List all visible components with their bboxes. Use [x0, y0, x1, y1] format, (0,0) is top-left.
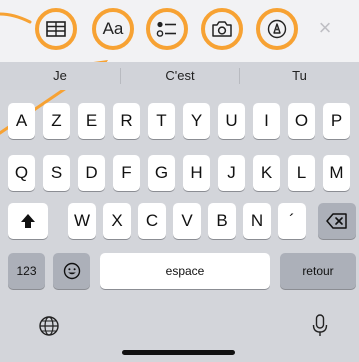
suggestion-1[interactable]: Je [0, 62, 120, 90]
microphone-button[interactable] [307, 312, 333, 340]
checklist-button[interactable] [146, 8, 188, 50]
key-q[interactable]: Q [8, 155, 35, 191]
key-g[interactable]: G [148, 155, 175, 191]
key-l[interactable]: L [288, 155, 315, 191]
close-button[interactable]: × [314, 15, 336, 40]
camera-icon [212, 21, 232, 37]
key-f[interactable]: F [113, 155, 140, 191]
delete-key[interactable] [318, 203, 356, 239]
key-h[interactable]: H [183, 155, 210, 191]
shift-key[interactable] [8, 203, 48, 239]
close-icon: × [318, 15, 332, 40]
key-k[interactable]: K [253, 155, 280, 191]
suggestion-3[interactable]: Tu [240, 62, 359, 90]
emoji-icon [63, 262, 80, 280]
markup-button[interactable] [256, 8, 298, 50]
key-m[interactable]: M [323, 155, 350, 191]
key-e[interactable]: E [78, 103, 105, 139]
space-key[interactable]: espace [100, 253, 270, 289]
table-button[interactable] [35, 8, 77, 50]
key-b[interactable]: B [208, 203, 236, 239]
numbers-key[interactable]: 123 [8, 253, 45, 289]
globe-button[interactable] [36, 313, 62, 339]
emoji-key[interactable] [53, 253, 90, 289]
key-j[interactable]: J [218, 155, 245, 191]
key-u[interactable]: U [218, 103, 245, 139]
camera-button[interactable] [201, 8, 243, 50]
key-x[interactable]: X [103, 203, 131, 239]
checklist-icon [156, 21, 176, 37]
key-o[interactable]: O [288, 103, 315, 139]
key-c[interactable]: C [138, 203, 166, 239]
globe-icon [39, 316, 59, 336]
home-indicator [122, 350, 235, 355]
key-s[interactable]: S [43, 155, 70, 191]
key-a[interactable]: A [8, 103, 35, 139]
key-v[interactable]: V [173, 203, 201, 239]
delete-icon [326, 213, 347, 229]
return-key[interactable]: retour [280, 253, 356, 289]
key-acute-accent[interactable]: ´ [278, 203, 306, 239]
key-t[interactable]: T [148, 103, 175, 139]
key-w[interactable]: W [68, 203, 96, 239]
key-i[interactable]: I [253, 103, 280, 139]
toolbar: Aa × [0, 0, 359, 62]
shift-icon [21, 214, 35, 228]
key-z[interactable]: Z [43, 103, 70, 139]
suggestion-bar: Je C'est Tu [0, 62, 359, 90]
key-d[interactable]: D [78, 155, 105, 191]
text-format-icon: Aa [102, 19, 124, 38]
microphone-icon [312, 314, 328, 336]
key-p[interactable]: P [323, 103, 350, 139]
key-n[interactable]: N [243, 203, 271, 239]
suggestion-2[interactable]: C'est [121, 62, 239, 90]
pen-tip-icon [267, 19, 287, 39]
key-r[interactable]: R [113, 103, 140, 139]
table-icon [46, 21, 66, 37]
format-button[interactable]: Aa [92, 8, 134, 50]
key-y[interactable]: Y [183, 103, 210, 139]
